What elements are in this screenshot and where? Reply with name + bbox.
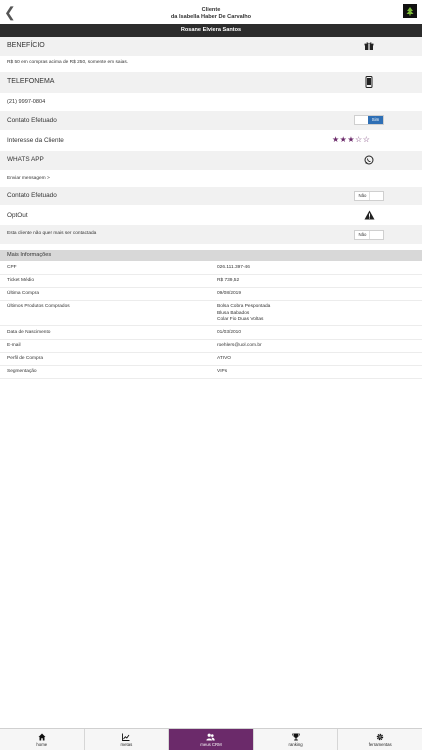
mais-informacoes-title: Mais Informações [7, 252, 52, 258]
info-value: 09/08/2019 [217, 291, 242, 296]
whatsapp-contato-label: Contato Efetuado [7, 192, 57, 199]
tab-label: ranking [288, 742, 303, 747]
info-key: Data de Nascimento [7, 330, 51, 335]
gift-icon [363, 40, 375, 52]
whatsapp-contato-row: Contato Efetuado Não [0, 187, 422, 205]
whatsapp-icon[interactable] [363, 154, 375, 166]
page-subtitle: da Isabella Haber De Carvalho [170, 14, 252, 20]
beneficio-label: BENEFÍCIO [7, 42, 45, 49]
interesse-label: Interesse da Cliente [7, 137, 64, 144]
optout-toggle-knob [369, 231, 383, 239]
beneficio-header: BENEFÍCIO [0, 37, 422, 56]
optout-header: OptOut [0, 206, 422, 225]
phone-icon[interactable] [363, 76, 375, 88]
empty-stars: ☆☆ [355, 135, 371, 144]
optout-text: Esta cliente não quer mais ser contactad… [7, 231, 97, 236]
optout-toggle[interactable]: Não [354, 230, 384, 240]
info-value[interactable]: roehlers@uol.com.br [217, 343, 262, 350]
info-row-perfil: Perfil de Compra ATIVO [0, 353, 422, 366]
tab-metas[interactable]: metas [85, 729, 170, 750]
tab-ferramentas[interactable]: ferramentas [338, 729, 422, 750]
interest-rating-stars[interactable]: ★★★☆☆ [332, 135, 370, 144]
info-key: Ticket Médio [7, 278, 35, 283]
info-value: 01/03/2010 [217, 330, 242, 335]
users-icon [169, 733, 253, 741]
tab-label: metas [120, 742, 133, 747]
info-key: Últimos Produtos Comprados [7, 304, 70, 309]
info-key: Última Compra [7, 291, 39, 296]
info-row-ultima-compra: Última Compra 09/08/2019 [0, 288, 422, 301]
info-key: E-mail [7, 343, 21, 348]
whatsapp-label: WHATS APP [7, 156, 44, 163]
toggle-knob [369, 192, 383, 200]
contato-efetuado-label: Contato Efetuado [7, 117, 57, 124]
telefonema-contato-row: Contato Efetuado Sim [0, 111, 422, 130]
tab-label: ferramentas [368, 742, 392, 747]
customer-name-bar: Rosane Elviera Santos [0, 24, 422, 37]
home-icon [0, 733, 84, 741]
whatsapp-header: WHATS APP [0, 151, 422, 170]
info-key: Perfil de Compra [7, 356, 43, 361]
toggle-off-label: Não [358, 193, 367, 198]
send-message-link[interactable]: Enviar mensagem > [7, 176, 50, 181]
optout-toggle-off-label: Não [358, 232, 367, 237]
info-row-produtos: Últimos Produtos Comprados Bolsa Cobra P… [0, 301, 422, 326]
info-value: VIPs [217, 369, 228, 374]
tab-ranking[interactable]: ranking [254, 729, 339, 750]
info-row-email: E-mail roehlers@uol.com.br [0, 340, 422, 353]
info-row-ticket: Ticket Médio R$ 739,52 [0, 275, 422, 288]
phone-row: (21) 9997-0804 [0, 93, 422, 110]
info-value: ATIVO [217, 356, 232, 361]
tab-label: meus CRM [200, 742, 222, 747]
interesse-row: Interesse da Cliente ★★★☆☆ [0, 131, 422, 150]
filled-stars: ★★★ [332, 135, 356, 144]
mais-informacoes-header: Mais Informações [0, 250, 422, 261]
info-row-nascimento: Data de Nascimento 01/03/2010 [0, 327, 422, 340]
beneficio-body: R$ 50 em compras acima de R$ 250, soment… [0, 56, 422, 70]
customer-detail-screen: ❮ Cliente da Isabella Haber De Carvalho … [0, 0, 422, 750]
gear-icon [338, 733, 422, 741]
telefonema-header: TELEFONEMA [0, 72, 422, 93]
optout-body: Esta cliente não quer mais ser contactad… [0, 225, 422, 244]
beneficio-text: R$ 50 em compras acima de R$ 250, soment… [7, 60, 129, 65]
tree-logo-icon[interactable] [403, 4, 417, 18]
top-navigation-bar: ❮ Cliente da Isabella Haber De Carvalho [0, 0, 422, 24]
warning-icon [363, 209, 375, 221]
page-title: Cliente [201, 7, 221, 13]
info-value-multiline: Bolsa Cobra Pespontada Blusa Babados Col… [217, 304, 271, 322]
bottom-tab-bar: home metas meus CRM ranking ferramentas [0, 728, 422, 750]
telefonema-label: TELEFONEMA [7, 78, 55, 85]
tab-label: home [36, 742, 48, 747]
chart-icon [85, 733, 169, 741]
info-key: CPF [7, 265, 17, 270]
toggle-on-label: Sim [368, 116, 383, 124]
phone-number[interactable]: (21) 9997-0804 [7, 99, 45, 105]
info-value: 026.111.397-46 [217, 265, 250, 270]
tab-meus-crm[interactable]: meus CRM [169, 729, 254, 750]
tab-home[interactable]: home [0, 729, 85, 750]
info-value: R$ 739,52 [217, 278, 240, 283]
info-row-segmentacao: Segmentação VIPs [0, 366, 422, 379]
contato-efetuado-toggle[interactable]: Sim [354, 115, 384, 125]
info-key: Segmentação [7, 369, 37, 374]
trophy-icon [254, 733, 338, 741]
whatsapp-send-row: Enviar mensagem > [0, 171, 422, 186]
info-row-cpf: CPF 026.111.397-46 [0, 262, 422, 275]
optout-label: OptOut [7, 212, 28, 219]
whatsapp-contato-toggle[interactable]: Não [354, 191, 384, 201]
